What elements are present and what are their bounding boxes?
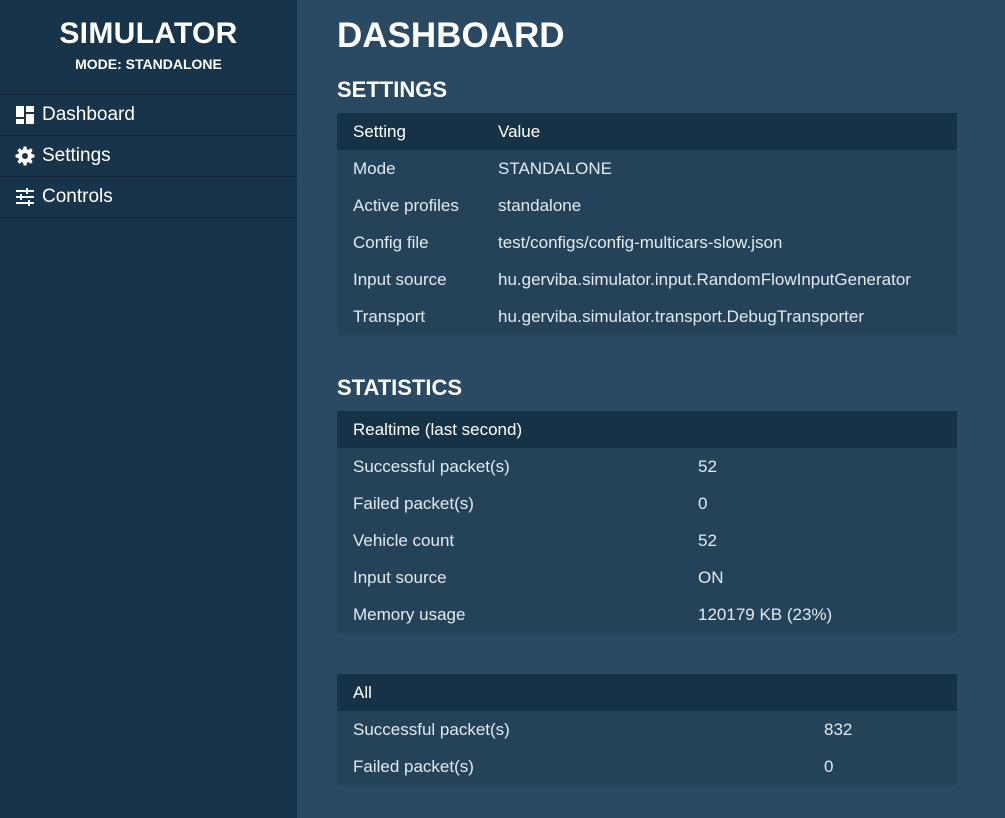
setting-value: test/configs/config-multicars-slow.json	[498, 232, 783, 252]
all-header: All	[337, 674, 957, 711]
table-row: Config file test/configs/config-multicar…	[337, 224, 957, 261]
page-title: DASHBOARD	[337, 16, 565, 55]
stat-value: ON	[698, 567, 724, 587]
gear-icon	[15, 146, 35, 166]
stat-key: Memory usage	[353, 604, 466, 624]
app-title: SIMULATOR	[59, 17, 238, 50]
main-content: DASHBOARD SETTINGS Setting Value Mode ST…	[297, 0, 1005, 818]
stat-value: 52	[698, 456, 717, 476]
dashboard-icon	[15, 105, 35, 125]
section-title-statistics: STATISTICS	[337, 375, 463, 400]
setting-key: Active profiles	[353, 195, 459, 215]
sidebar-item-dashboard[interactable]: Dashboard	[0, 95, 297, 136]
column-header-value: Value	[482, 113, 957, 150]
table-row: Mode STANDALONE	[337, 150, 957, 187]
setting-key: Transport	[353, 306, 426, 326]
settings-section: SETTINGS Setting Value Mode STANDALONE A…	[337, 76, 1005, 335]
setting-value: hu.gerviba.simulator.transport.DebugTran…	[498, 306, 864, 326]
sidebar-item-label: Controls	[42, 186, 113, 207]
column-header-setting: Setting	[337, 113, 482, 150]
stat-value: 832	[824, 719, 853, 739]
setting-value: hu.gerviba.simulator.input.RandomFlowInp…	[498, 269, 911, 289]
setting-value: standalone	[498, 195, 582, 215]
table-header-row: Realtime (last second)	[337, 411, 957, 448]
sidebar-item-controls[interactable]: Controls	[0, 177, 297, 218]
stat-key: Failed packet(s)	[353, 756, 474, 776]
table-row: Memory usage 120179 KB (23%)	[337, 596, 957, 633]
sidebar-nav: Dashboard Settings Controls	[0, 95, 297, 218]
mode-label: MODE: STANDALONE	[75, 56, 222, 72]
sidebar: SIMULATOR MODE: STANDALONE Dashboard Set…	[0, 0, 297, 818]
stat-key: Successful packet(s)	[353, 456, 510, 476]
stat-key: Vehicle count	[353, 530, 455, 550]
app-root: SIMULATOR MODE: STANDALONE Dashboard Set…	[0, 0, 1005, 818]
setting-key: Input source	[353, 269, 447, 289]
stat-value: 120179 KB (23%)	[698, 604, 833, 624]
stat-key: Successful packet(s)	[353, 719, 510, 739]
sidebar-item-label: Settings	[42, 145, 111, 166]
stat-value: 0	[824, 756, 834, 776]
sliders-icon	[15, 187, 35, 207]
table-header-row: Setting Value	[337, 113, 957, 150]
realtime-stats-table: Realtime (last second) Successful packet…	[337, 411, 957, 633]
stat-value: 0	[698, 493, 708, 513]
table-header-row: All	[337, 674, 957, 711]
table-row: Transport hu.gerviba.simulator.transport…	[337, 298, 957, 335]
stat-value: 52	[698, 530, 717, 550]
sidebar-item-label: Dashboard	[42, 104, 135, 125]
setting-value: STANDALONE	[498, 158, 612, 178]
table-row: Input source hu.gerviba.simulator.input.…	[337, 261, 957, 298]
brand: SIMULATOR MODE: STANDALONE	[0, 0, 297, 95]
settings-table: Setting Value Mode STANDALONE Active pro…	[337, 113, 957, 335]
table-row: Failed packet(s) 0	[337, 485, 957, 522]
table-row: Successful packet(s) 832	[337, 711, 957, 748]
table-row: Successful packet(s) 52	[337, 448, 957, 485]
statistics-section: STATISTICS Realtime (last second) Succes…	[337, 374, 1005, 785]
stat-key: Input source	[353, 567, 447, 587]
table-row: Failed packet(s) 0	[337, 748, 957, 785]
setting-key: Config file	[353, 232, 429, 252]
table-row: Active profiles standalone	[337, 187, 957, 224]
stat-key: Failed packet(s)	[353, 493, 474, 513]
all-stats-table: All Successful packet(s) 832 Failed pack…	[337, 674, 957, 785]
sidebar-item-settings[interactable]: Settings	[0, 136, 297, 177]
table-row: Input source ON	[337, 559, 957, 596]
section-title-settings: SETTINGS	[337, 77, 448, 102]
setting-key: Mode	[353, 158, 396, 178]
realtime-header: Realtime (last second)	[337, 411, 957, 448]
table-row: Vehicle count 52	[337, 522, 957, 559]
